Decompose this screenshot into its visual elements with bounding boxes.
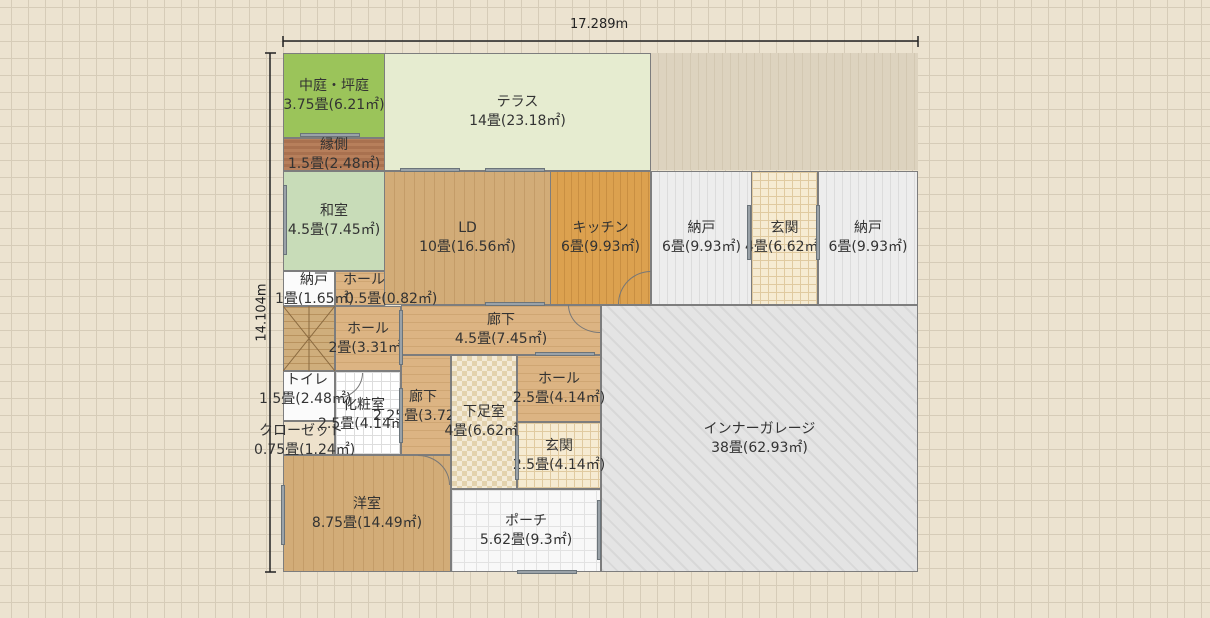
room-area: 38畳(62.93㎡) bbox=[711, 439, 808, 456]
room-area: 2.5畳(4.14㎡) bbox=[512, 456, 606, 473]
room-area: 6畳(9.93㎡) bbox=[828, 239, 908, 255]
closet-name: クローゼット bbox=[259, 423, 343, 439]
toilet-name: トイレ bbox=[286, 372, 328, 388]
room-name: テラス bbox=[496, 94, 539, 110]
window bbox=[515, 435, 519, 480]
room-name: ホール bbox=[538, 370, 580, 387]
room-porch[interactable]: ポーチ 5.62畳(9.3㎡) bbox=[451, 489, 601, 572]
room-area: 6畳(9.93㎡) bbox=[661, 239, 741, 255]
room-name: インナーガレージ bbox=[703, 420, 816, 437]
room-name: 縁側 bbox=[320, 136, 348, 153]
window bbox=[485, 302, 545, 306]
room-hall-2[interactable]: ホール 2畳(3.31㎡) bbox=[329, 306, 408, 371]
room-name: ホール bbox=[347, 320, 389, 337]
room-name: 廊下 bbox=[487, 312, 515, 328]
hall-small-name: ホール bbox=[343, 272, 385, 288]
room-name: 和室 bbox=[320, 203, 348, 219]
room-area: 2畳(3.31㎡) bbox=[328, 339, 408, 356]
room-gesokushitsu[interactable]: 下足室 4畳(6.62㎡) bbox=[445, 355, 524, 489]
room-area: 6畳(9.93㎡) bbox=[560, 239, 640, 255]
room-genkan-lower[interactable]: 玄関 2.5畳(4.14㎡) bbox=[513, 422, 605, 489]
nando-small-name: 納戸 bbox=[300, 272, 328, 288]
room-nando-2[interactable]: 納戸 6畳(9.93㎡) bbox=[818, 171, 918, 305]
room-ld[interactable]: LD 10畳(16.56㎡) bbox=[384, 171, 551, 305]
room-area: 10畳(16.56㎡) bbox=[419, 239, 516, 255]
window bbox=[399, 388, 403, 443]
height-dimension-label: 14.104m bbox=[254, 283, 270, 342]
room-area: 4畳(6.62㎡) bbox=[444, 423, 524, 439]
window bbox=[597, 500, 601, 560]
room-name: 中庭・坪庭 bbox=[299, 77, 369, 94]
window bbox=[300, 133, 360, 137]
window bbox=[535, 352, 595, 356]
room-genkan-upper[interactable]: 玄関 4畳(6.62㎡) bbox=[745, 171, 824, 305]
stair-lines bbox=[283, 306, 335, 371]
window bbox=[399, 310, 403, 365]
window bbox=[485, 168, 545, 172]
room-area: 5.62畳(9.3㎡) bbox=[479, 531, 573, 548]
room-name: 玄関 bbox=[545, 437, 573, 454]
rouka-mid-name: 廊下 bbox=[409, 389, 437, 405]
window bbox=[747, 205, 751, 260]
window bbox=[281, 485, 285, 545]
width-dimension-label: 17.289m bbox=[570, 17, 629, 32]
room-area: 4畳(6.62㎡) bbox=[745, 239, 825, 255]
room-washitsu[interactable]: 和室 4.5畳(7.45㎡) bbox=[283, 171, 385, 271]
window bbox=[816, 205, 820, 260]
floor-plan: 17.289m 14.104m 中庭・坪庭 3.75畳(6.21㎡) 縁側 1.… bbox=[0, 0, 1210, 618]
room-name: 玄関 bbox=[770, 220, 799, 236]
room-name: 下足室 bbox=[463, 404, 505, 420]
window bbox=[400, 168, 460, 172]
room-area: 3.75畳(6.21㎡) bbox=[283, 96, 385, 113]
window bbox=[283, 185, 287, 255]
window bbox=[517, 570, 577, 574]
room-area: 2.5畳(4.14㎡) bbox=[512, 389, 606, 406]
room-nando-1[interactable]: 納戸 6畳(9.93㎡) bbox=[651, 171, 752, 305]
room-area: 4.5畳(7.45㎡) bbox=[454, 331, 548, 347]
room-area: 14畳(23.18㎡) bbox=[469, 113, 566, 129]
room-nakaniwa[interactable]: 中庭・坪庭 3.75畳(6.21㎡) bbox=[283, 53, 385, 138]
room-inner-garage[interactable]: インナーガレージ 38畳(62.93㎡) bbox=[601, 305, 918, 572]
room-area: 8.75畳(14.49㎡) bbox=[311, 514, 423, 531]
room-name: LD bbox=[458, 220, 477, 236]
room-name: 納戸 bbox=[687, 220, 716, 236]
room-terrace[interactable]: テラス 14畳(23.18㎡) bbox=[384, 53, 651, 171]
room-name: 納戸 bbox=[854, 220, 882, 236]
outdoor-area bbox=[651, 53, 918, 170]
room-name: ポーチ bbox=[505, 512, 547, 529]
room-engawa[interactable]: 縁側 1.5畳(2.48㎡) bbox=[283, 136, 385, 172]
room-area: 4.5畳(7.45㎡) bbox=[287, 222, 381, 238]
room-hall-25[interactable]: ホール 2.5畳(4.14㎡) bbox=[513, 355, 605, 422]
room-name: 洋室 bbox=[353, 495, 381, 512]
room-name: キッチン bbox=[572, 220, 629, 236]
